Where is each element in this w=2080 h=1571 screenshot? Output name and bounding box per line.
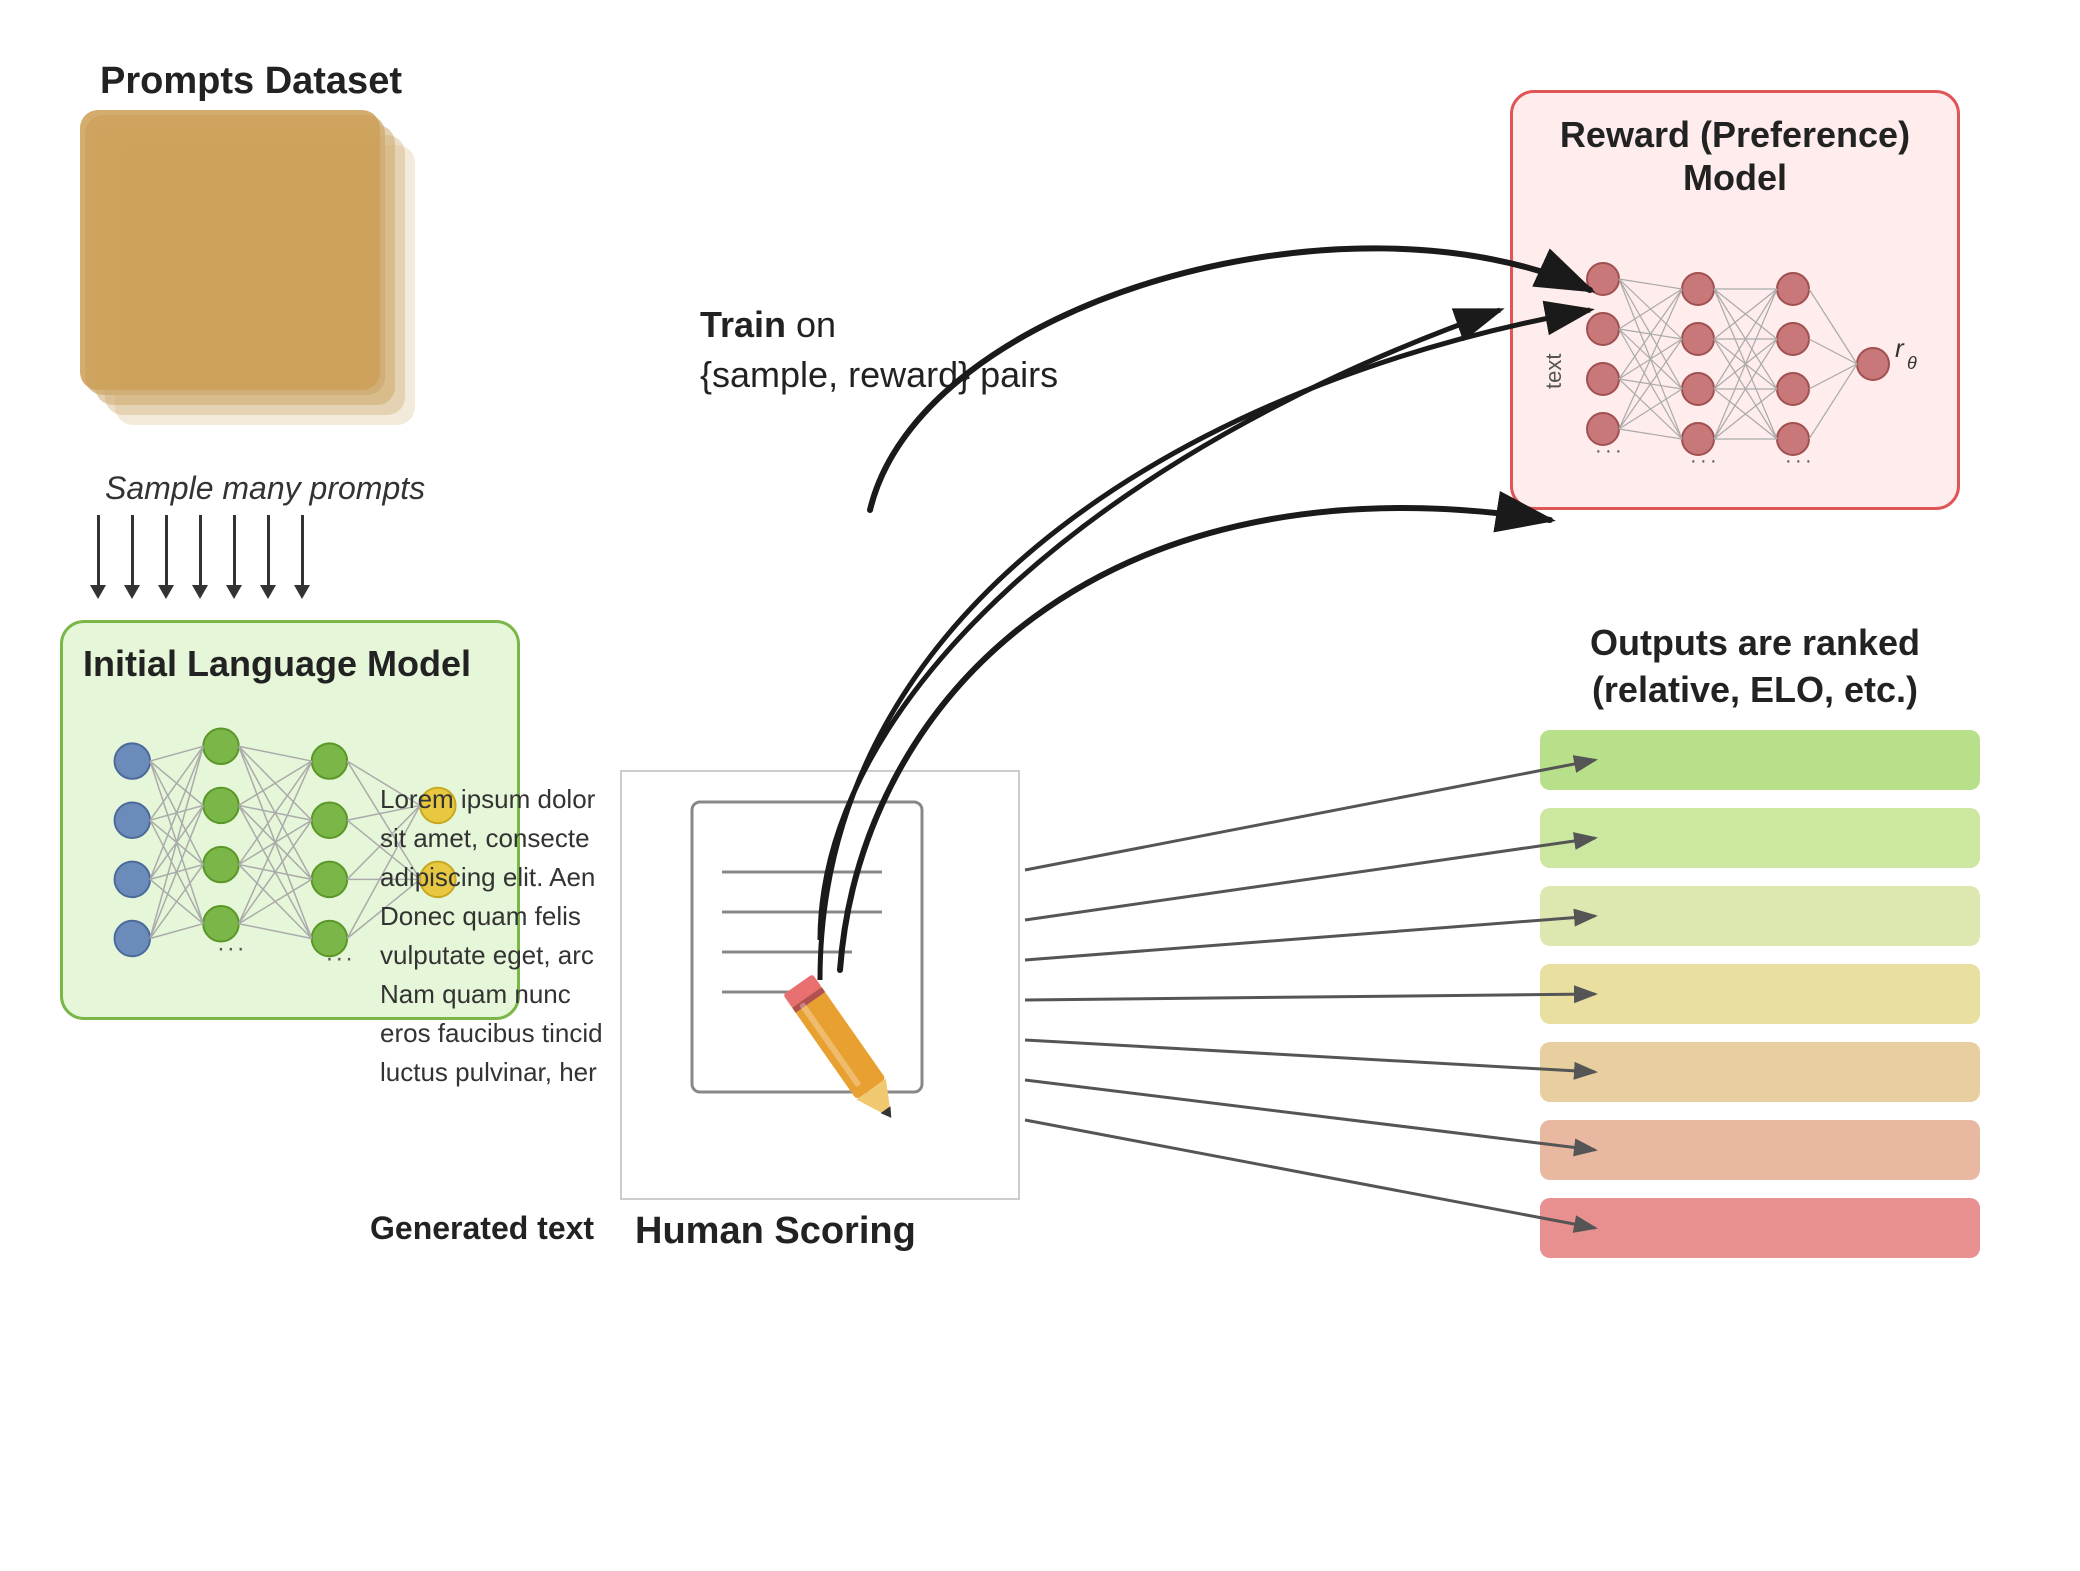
svg-text:·: · [1700,450,1707,472]
svg-text:·: · [1605,440,1612,462]
document-pencil-icon [622,772,1022,1202]
reward-model-neural-network-svg: text · · · · · · · · [1533,209,1933,519]
svg-text:·: · [237,936,245,962]
svg-text:·: · [227,936,235,962]
initial-language-model-label: Initial Language Model [83,643,497,685]
svg-text:·: · [325,946,333,972]
ranked-bar-5 [1540,1042,1980,1102]
reward-model-box: Reward (Preference) Model text · · · · ·… [1510,90,1960,510]
arrows-down [90,515,310,599]
stacked-cards [80,110,410,440]
ranked-bar-3 [1540,886,1980,946]
ranked-bar-4 [1540,964,1980,1024]
reward-model-label: Reward (Preference) Model [1533,113,1937,199]
arrow-down-1 [90,515,106,599]
arrow-down-4 [192,515,208,599]
train-text: Train on{sample, reward} pairs [700,300,1058,401]
prompts-dataset-label: Prompts Dataset [100,60,402,103]
human-scoring-box [620,770,1020,1200]
svg-text:·: · [1805,450,1812,472]
svg-text:·: · [1615,440,1622,462]
card-5 [80,110,380,390]
arrow-down-7 [294,515,310,599]
svg-text:·: · [217,936,225,962]
svg-text:·: · [1710,450,1717,472]
svg-text:θ: θ [1907,353,1917,373]
outputs-ranked-label: Outputs are ranked(relative, ELO, etc.) [1545,620,1965,714]
svg-text:·: · [335,946,343,972]
arrow-down-6 [260,515,276,599]
generated-text-area: Lorem ipsum dolor sit amet, consecte adi… [380,780,640,1092]
arrow-down-3 [158,515,174,599]
svg-text:·: · [1595,440,1602,462]
diagram-container: Prompts Dataset Sample many prompts Init… [0,0,2080,1571]
svg-text:·: · [1785,450,1792,472]
ranked-bar-1 [1540,730,1980,790]
arrow-down-5 [226,515,242,599]
ranked-bar-6 [1540,1120,1980,1180]
arrow-down-2 [124,515,140,599]
train-bold: Train [700,304,786,345]
human-scoring-label: Human Scoring [635,1210,916,1253]
svg-text:·: · [345,946,353,972]
ranked-bar-2 [1540,808,1980,868]
ranked-bar-7 [1540,1198,1980,1258]
ranked-bars [1540,730,1980,1258]
svg-text:r: r [1895,333,1905,363]
generated-text-label: Generated text [370,1210,594,1247]
svg-text:·: · [1690,450,1697,472]
sample-many-prompts-label: Sample many prompts [105,470,425,507]
svg-text:·: · [1795,450,1802,472]
svg-text:text: text [1541,354,1566,389]
